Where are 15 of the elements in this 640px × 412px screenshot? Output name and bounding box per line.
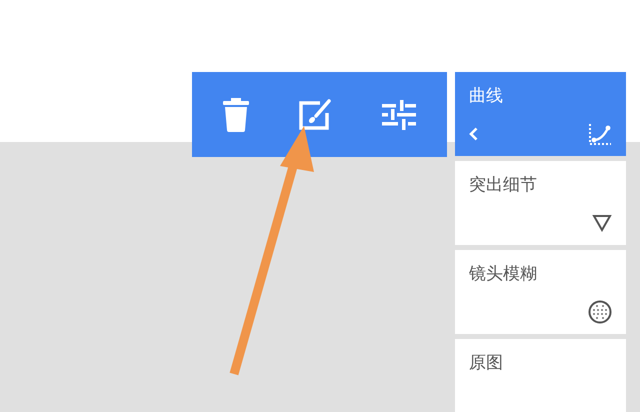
filter-label: 突出细节 [469,174,538,196]
curve-icon [588,123,612,145]
filter-card[interactable]: 原图 [455,339,626,412]
sliders-icon [382,100,416,130]
triangle-icon [592,214,612,232]
filter-card[interactable]: 镜头模糊 [455,250,626,334]
dotted-circle-icon [588,300,612,324]
edit-icon [298,98,332,130]
filter-label: 镜头模糊 [469,263,538,285]
filter-card[interactable]: 突出细节 [455,161,626,245]
filter-card[interactable]: 曲线 [455,72,626,156]
filter-label: 曲线 [469,85,504,107]
trash-icon [222,98,249,132]
back-icon [469,127,478,141]
filter-label: 原图 [469,352,504,374]
